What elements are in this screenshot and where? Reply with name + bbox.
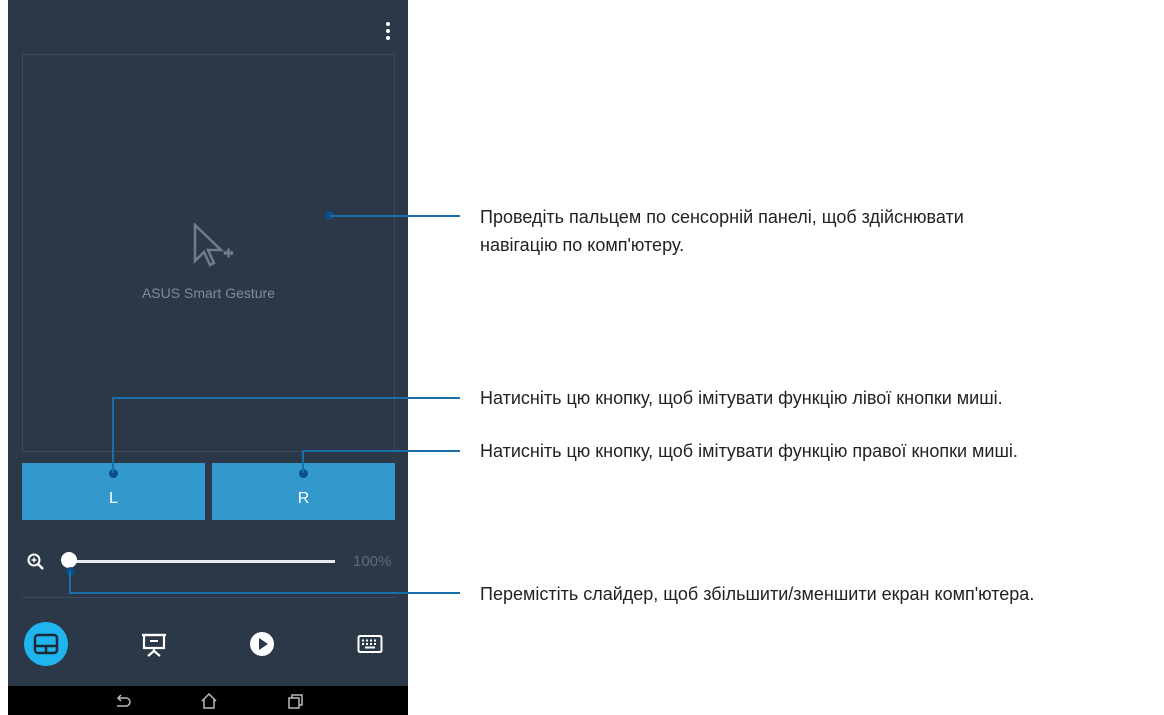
play-icon: [250, 632, 274, 656]
back-button[interactable]: [112, 692, 134, 710]
callout-line-left-vertical: [112, 397, 114, 473]
zoom-icon: [27, 553, 44, 570]
callout-line-right-vertical: [302, 450, 304, 473]
callout-line-slider-horizontal: [69, 592, 460, 594]
touchpad-area[interactable]: ASUS Smart Gesture: [22, 54, 395, 452]
touchpad-icon: [33, 633, 59, 655]
tab-presentation[interactable]: [132, 622, 176, 666]
keyboard-icon: [357, 635, 383, 653]
left-mouse-button-label: L: [109, 490, 118, 507]
callout-left-button: Натисніть цю кнопку, щоб імітувати функц…: [480, 388, 1003, 408]
more-options-icon[interactable]: [376, 18, 400, 44]
home-button[interactable]: [198, 692, 220, 710]
zoom-slider-track[interactable]: [69, 560, 335, 563]
home-icon: [201, 693, 217, 709]
tab-touchpad[interactable]: [24, 622, 68, 666]
system-navbar: [8, 686, 408, 715]
back-icon: [116, 694, 131, 707]
callout-line-slider-vertical: [69, 571, 71, 593]
callout-line-right-horizontal: [302, 450, 460, 452]
callout-touchpad: Проведіть пальцем по сенсорній панелі, щ…: [480, 207, 964, 255]
cursor-move-icon: [193, 223, 234, 267]
recent-apps-button[interactable]: [284, 692, 306, 710]
tab-keyboard[interactable]: [348, 622, 392, 666]
presentation-icon: [142, 633, 166, 657]
callout-slider: Перемістіть слайдер, щоб збільшити/зменш…: [480, 584, 1035, 604]
callout-line-left-horizontal: [112, 397, 460, 399]
recent-apps-icon: [288, 694, 303, 709]
divider: [22, 597, 395, 598]
zoom-slider-thumb[interactable]: [61, 552, 77, 568]
callout-right-button: Натисніть цю кнопку, щоб імітувати функц…: [480, 441, 1018, 461]
callout-line-touchpad: [330, 215, 460, 217]
phone-screen: ASUS Smart Gesture L R 100%: [8, 0, 408, 715]
touchpad-label: ASUS Smart Gesture: [141, 285, 276, 301]
zoom-value: 100%: [353, 553, 392, 570]
tab-media[interactable]: [240, 622, 284, 666]
right-mouse-button-label: R: [297, 490, 310, 507]
